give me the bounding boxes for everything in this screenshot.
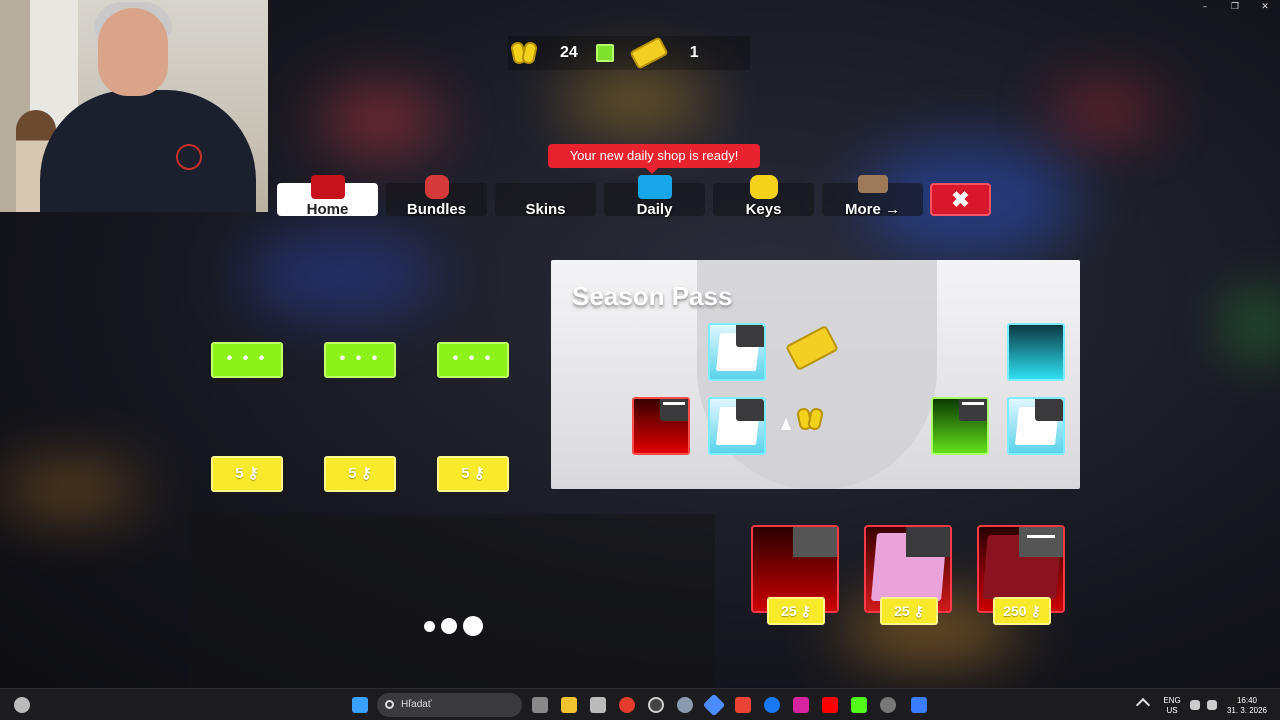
- bg-blob: [0, 470, 140, 510]
- season-pass-title: Season Pass: [572, 281, 733, 311]
- openai-icon[interactable]: [880, 697, 896, 713]
- reward-item[interactable]: [1007, 397, 1065, 455]
- taskbar-search[interactable]: Hľadať: [377, 693, 522, 717]
- search-placeholder: Hľadať: [401, 699, 432, 710]
- currency-bar: 24 1: [508, 36, 750, 70]
- bg-blob: [560, 70, 710, 130]
- gun-icon: [1027, 535, 1055, 547]
- shop-item-price[interactable]: 250 ⚷: [993, 597, 1051, 625]
- tab-keys[interactable]: Keys: [713, 175, 814, 218]
- youtube-icon[interactable]: [822, 697, 838, 713]
- roblox-icon[interactable]: [911, 697, 927, 713]
- bg-blob: [1050, 90, 1160, 130]
- language-indicator[interactable]: ENG US: [1160, 696, 1184, 716]
- gun-icon: [962, 402, 984, 418]
- reward-item[interactable]: [931, 397, 989, 455]
- daily-icon: [637, 175, 672, 199]
- reward-item[interactable]: [632, 397, 690, 455]
- kick-icon[interactable]: [851, 697, 867, 713]
- tab-daily[interactable]: Daily: [604, 175, 705, 218]
- app-icon[interactable]: [648, 697, 664, 713]
- reward-item[interactable]: [708, 397, 766, 455]
- key-icon: [794, 404, 826, 434]
- restore-button[interactable]: ❐: [1220, 0, 1250, 14]
- bg-blob: [1230, 300, 1280, 350]
- clock[interactable]: 16:40 31. 3. 2026: [1222, 696, 1272, 716]
- settings-icon[interactable]: [677, 697, 693, 713]
- close-window-button[interactable]: ✕: [1250, 0, 1280, 14]
- start-icon[interactable]: [352, 697, 368, 713]
- ticket-icon: [629, 36, 669, 70]
- mouse-cursor: [781, 418, 791, 430]
- instagram-icon[interactable]: [793, 697, 809, 713]
- shop-item-price[interactable]: 25 ⚷: [880, 597, 938, 625]
- offer-button[interactable]: • • •: [437, 342, 509, 378]
- facebook-icon[interactable]: [764, 697, 780, 713]
- chrome-icon[interactable]: [619, 697, 635, 713]
- season-pass-panel[interactable]: Season Pass: [551, 260, 1080, 489]
- offer-button[interactable]: • • •: [324, 342, 396, 378]
- search-icon: [385, 700, 394, 709]
- folder-icon[interactable]: [561, 697, 577, 713]
- tab-skins[interactable]: Skins: [495, 183, 596, 218]
- key-count: 24: [560, 44, 578, 61]
- daily-shop-notification: Your new daily shop is ready!: [548, 144, 760, 174]
- widgets-icon[interactable]: [14, 697, 30, 713]
- key-icon: [749, 175, 778, 199]
- reward-item[interactable]: [708, 323, 766, 381]
- taskbar: Hľadať ENG US 16:40 31. 3. 2026: [0, 688, 1280, 720]
- buy-with-keys-button[interactable]: 5 ⚷: [211, 456, 283, 492]
- preview-panel: [190, 514, 715, 690]
- tab-bundles[interactable]: Bundles: [386, 175, 487, 218]
- bg-blob: [320, 90, 440, 150]
- reward-item[interactable]: [1007, 323, 1065, 381]
- gemini-icon[interactable]: [702, 693, 726, 717]
- add-keys-icon[interactable]: [595, 44, 614, 62]
- store-icon[interactable]: [590, 697, 606, 713]
- ticket-count: 1: [689, 44, 699, 61]
- tray-chevron-icon[interactable]: [1135, 697, 1151, 713]
- home-icon: [310, 175, 345, 199]
- key-icon: [508, 38, 540, 68]
- minimize-button[interactable]: –: [1190, 0, 1220, 14]
- bundles-icon: [424, 175, 449, 199]
- task-view-icon[interactable]: [532, 697, 548, 713]
- gmail-icon[interactable]: [735, 697, 751, 713]
- more-icon: [857, 175, 888, 193]
- tab-more[interactable]: More →: [822, 175, 923, 218]
- loading-indicator: [424, 616, 483, 636]
- offer-button[interactable]: • • •: [211, 342, 283, 378]
- shop-item-price[interactable]: 25 ⚷: [767, 597, 825, 625]
- webcam-overlay: [0, 0, 268, 212]
- bg-blob: [240, 230, 440, 320]
- tab-home[interactable]: Home: [277, 175, 378, 218]
- window-controls: – ❐ ✕: [1190, 0, 1280, 14]
- volume-icon[interactable]: [1207, 700, 1217, 710]
- gun-icon: [663, 402, 685, 418]
- buy-with-keys-button[interactable]: 5 ⚷: [437, 456, 509, 492]
- buy-with-keys-button[interactable]: 5 ⚷: [324, 456, 396, 492]
- network-icon[interactable]: [1190, 700, 1200, 710]
- close-shop-button[interactable]: ✖: [930, 183, 991, 216]
